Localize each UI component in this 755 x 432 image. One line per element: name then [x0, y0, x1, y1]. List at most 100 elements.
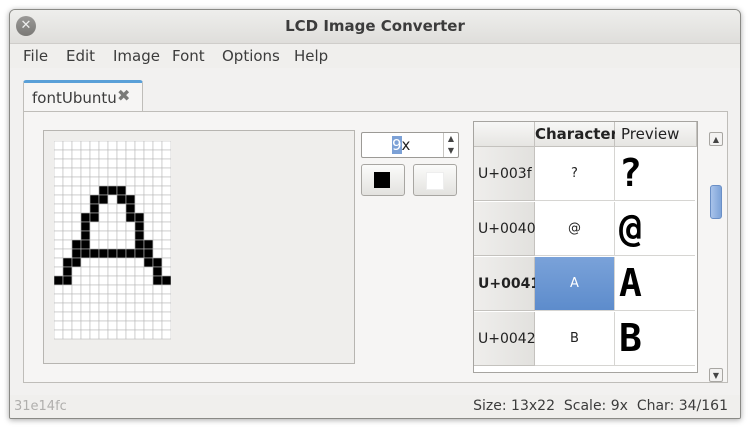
pixel-cell[interactable]	[134, 320, 145, 331]
pixel-cell[interactable]	[54, 284, 64, 295]
pixel-cell[interactable]	[62, 284, 73, 295]
pixel-cell[interactable]	[62, 248, 73, 259]
pixel-cell[interactable]	[98, 275, 109, 286]
menu-font[interactable]: Font	[172, 47, 205, 65]
pixel-cell[interactable]	[107, 203, 118, 214]
pixel-cell[interactable]	[116, 141, 127, 151]
pixel-cell[interactable]	[98, 293, 109, 304]
pixel-cell[interactable]	[89, 221, 100, 232]
pixel-cell[interactable]	[134, 284, 145, 295]
spin-down-icon[interactable]: ▼	[444, 145, 458, 157]
pixel-cell[interactable]	[116, 194, 127, 205]
pixel-cell[interactable]	[80, 239, 91, 250]
pixel-cell[interactable]	[152, 311, 163, 322]
pixel-cell[interactable]	[54, 329, 64, 340]
pixel-cell[interactable]	[143, 239, 154, 250]
pixel-cell[interactable]	[62, 221, 73, 232]
pixel-cell[interactable]	[143, 302, 154, 313]
pixel-cell[interactable]	[152, 176, 163, 187]
pixel-cell[interactable]	[161, 203, 171, 214]
pixel-cell[interactable]	[62, 212, 73, 223]
pixel-cell[interactable]	[134, 275, 145, 286]
pixel-cell[interactable]	[80, 275, 91, 286]
pixel-cell[interactable]	[62, 194, 73, 205]
pixel-cell[interactable]	[89, 185, 100, 196]
pixel-cell[interactable]	[80, 203, 91, 214]
pixel-cell[interactable]	[134, 221, 145, 232]
pixel-cell[interactable]	[161, 221, 171, 232]
pixel-editor-grid[interactable]	[54, 141, 171, 341]
pixel-cell[interactable]	[71, 203, 82, 214]
pixel-cell[interactable]	[54, 257, 64, 268]
preview-cell[interactable]: B	[615, 312, 695, 366]
pixel-cell[interactable]	[152, 230, 163, 241]
pixel-cell[interactable]	[143, 320, 154, 331]
pixel-cell[interactable]	[98, 257, 109, 268]
background-color-button[interactable]	[413, 164, 457, 196]
pixel-cell[interactable]	[54, 141, 64, 151]
pixel-cell[interactable]	[134, 302, 145, 313]
pixel-cell[interactable]	[134, 203, 145, 214]
pixel-cell[interactable]	[80, 293, 91, 304]
char-cell[interactable]: B	[535, 312, 615, 366]
pixel-cell[interactable]	[54, 311, 64, 322]
pixel-cell[interactable]	[125, 203, 136, 214]
pixel-cell[interactable]	[116, 221, 127, 232]
pixel-cell[interactable]	[107, 284, 118, 295]
pixel-cell[interactable]	[62, 230, 73, 241]
pixel-cell[interactable]	[161, 284, 171, 295]
pixel-cell[interactable]	[98, 311, 109, 322]
pixel-cell[interactable]	[152, 248, 163, 259]
table-row[interactable]: U+0042 B B	[474, 312, 697, 366]
pixel-cell[interactable]	[152, 203, 163, 214]
pixel-cell[interactable]	[89, 266, 100, 277]
pixel-cell[interactable]	[71, 311, 82, 322]
pixel-cell[interactable]	[107, 248, 118, 259]
pixel-cell[interactable]	[62, 149, 73, 160]
pixel-cell[interactable]	[89, 230, 100, 241]
scroll-thumb[interactable]	[710, 185, 722, 219]
pixel-cell[interactable]	[152, 221, 163, 232]
pixel-cell[interactable]	[107, 329, 118, 340]
pixel-cell[interactable]	[161, 293, 171, 304]
pixel-cell[interactable]	[89, 212, 100, 223]
zoom-spinbox[interactable]: 9x ▲ ▼	[361, 132, 459, 158]
pixel-cell[interactable]	[71, 167, 82, 178]
pixel-cell[interactable]	[143, 248, 154, 259]
pixel-cell[interactable]	[80, 185, 91, 196]
pixel-cell[interactable]	[107, 311, 118, 322]
pixel-cell[interactable]	[54, 158, 64, 169]
pixel-cell[interactable]	[54, 266, 64, 277]
pixel-cell[interactable]	[161, 320, 171, 331]
zoom-value[interactable]: 9x	[392, 136, 410, 154]
pixel-cell[interactable]	[134, 230, 145, 241]
pixel-cell[interactable]	[116, 158, 127, 169]
pixel-cell[interactable]	[71, 266, 82, 277]
pixel-cell[interactable]	[134, 329, 145, 340]
pixel-cell[interactable]	[107, 185, 118, 196]
pixel-cell[interactable]	[98, 141, 109, 151]
column-header-preview[interactable]: Preview	[615, 122, 697, 147]
table-row[interactable]: U+003f ? ?	[474, 147, 697, 201]
pixel-cell[interactable]	[161, 275, 171, 286]
pixel-cell[interactable]	[71, 221, 82, 232]
pixel-cell[interactable]	[54, 203, 64, 214]
pixel-cell[interactable]	[152, 320, 163, 331]
tab-fontubuntu[interactable]: fontUbuntu ✖	[23, 80, 143, 115]
pixel-cell[interactable]	[107, 158, 118, 169]
pixel-cell[interactable]	[125, 293, 136, 304]
menu-file[interactable]: File	[23, 47, 48, 65]
column-header-character[interactable]: Character	[535, 122, 618, 147]
pixel-cell[interactable]	[71, 293, 82, 304]
row-header[interactable]: U+003f	[474, 147, 535, 201]
pixel-cell[interactable]	[98, 167, 109, 178]
pixel-cell[interactable]	[80, 149, 91, 160]
pixel-cell[interactable]	[89, 329, 100, 340]
pixel-cell[interactable]	[152, 212, 163, 223]
pixel-cell[interactable]	[71, 320, 82, 331]
pixel-cell[interactable]	[54, 194, 64, 205]
pixel-cell[interactable]	[125, 320, 136, 331]
pixel-cell[interactable]	[143, 275, 154, 286]
pixel-cell[interactable]	[89, 149, 100, 160]
row-header[interactable]: U+0041	[474, 257, 540, 311]
